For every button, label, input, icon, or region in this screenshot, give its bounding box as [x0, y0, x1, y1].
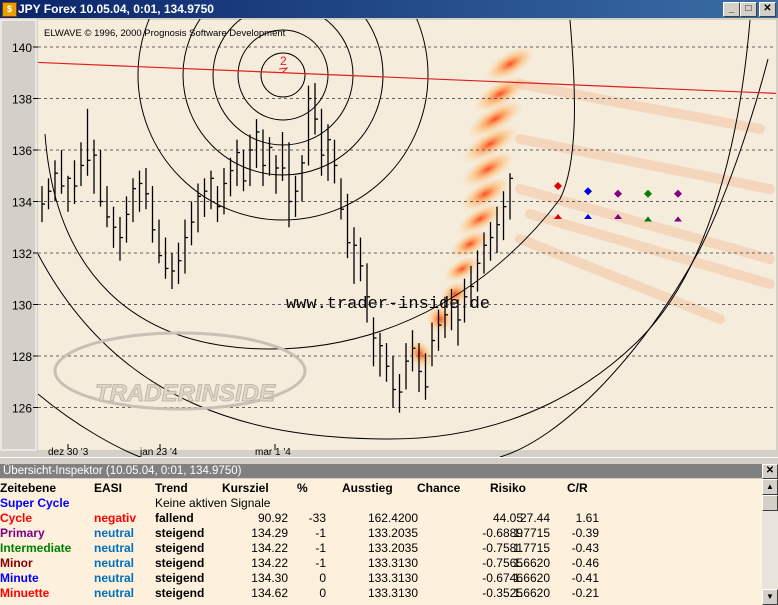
cell-ausstieg: 133.3130 [367, 571, 418, 585]
chart-canvas[interactable]: 126 128 130 132 134 136 138 140 2 ELWAVE © 1996, … [0, 19, 778, 457]
cell-ausstieg: 133.3130 [367, 586, 418, 600]
inspector-scrollbar[interactable]: ▲ ▼ [762, 479, 778, 605]
inspector-title: Übersicht-Inspektor (10.05.04, 0:01, 134… [0, 464, 765, 478]
table-row[interactable]: Intermediate neutral steigend 134.22 -1 133.2… [0, 541, 762, 556]
cell-trend: Keine aktiven Signale [155, 496, 271, 510]
cell-pct: -1 [315, 541, 326, 555]
minimize-button[interactable]: _ [723, 2, 740, 17]
cell-easi: negativ [94, 511, 137, 525]
cell-easi: neutral [94, 556, 135, 570]
table-row[interactable]: Cycle negativ fallend 90.92 -33 162.4200 44.05… [0, 511, 762, 526]
wave-label: 2 [280, 54, 287, 68]
table-row[interactable]: Minuette neutral steigend 134.62 0 133.3130 -0… [0, 586, 762, 601]
cell-trend: steigend [155, 571, 205, 585]
cell-easi: neutral [94, 586, 135, 600]
cell-easi: neutral [94, 526, 135, 540]
title-bar[interactable]: $ JPY Forex 10.05.04, 0:01, 134.9750 _ □… [0, 0, 778, 18]
cell-level: Cycle [0, 511, 33, 525]
cell-kursziel: 134.30 [251, 571, 288, 585]
y-tick-label-138: 138 [12, 93, 32, 107]
cell-trend: steigend [155, 541, 205, 555]
y-tick-label-128: 128 [12, 350, 32, 364]
cell-trend: steigend [155, 586, 205, 600]
cell-pct: -33 [308, 511, 326, 525]
table-row[interactable]: Primary neutral steigend 134.29 -1 133.2035 -0… [0, 526, 762, 541]
cell-cr: -0.21 [571, 586, 599, 600]
cell-pct: 0 [319, 571, 326, 585]
watermark-logo-text: TRADERINSIDE [95, 380, 276, 407]
inspector-panel: Zeitebene EASI Trend Kursziel% Ausstieg Chanc… [0, 479, 762, 605]
cell-level: Minuette [0, 586, 50, 600]
cell-kursziel: 134.22 [251, 541, 288, 555]
y-axis-panel [0, 19, 38, 457]
cell-cr: -0.39 [571, 526, 599, 540]
y-tick-label-130: 130 [12, 299, 32, 313]
x-tick-label-0: dez 30 '3 [48, 447, 89, 457]
cell-kursziel: 134.22 [251, 556, 288, 570]
y-tick-label-132: 132 [12, 247, 32, 261]
cell-pct: -1 [315, 526, 326, 540]
close-button[interactable]: ✕ [759, 2, 776, 17]
cell-risiko: 1.6620 [513, 571, 550, 585]
cell-cr: -0.46 [571, 556, 599, 570]
watermark-url: www.trader-inside.de [286, 295, 490, 314]
cell-level: Minute [0, 571, 39, 585]
chart-app-icon[interactable]: $ [2, 2, 17, 17]
cell-level: Super Cycle [0, 496, 70, 510]
cell-trend: fallend [155, 511, 194, 525]
column-header-1[interactable]: EASI [94, 481, 122, 495]
cell-kursziel: 134.29 [251, 526, 288, 540]
cell-kursziel: 90.92 [257, 511, 288, 525]
table-row[interactable]: Minute neutral steigend 134.30 0 133.3130 -0.6… [0, 571, 762, 586]
cell-ausstieg: 133.2035 [367, 526, 418, 540]
cell-risiko: 1.7715 [513, 541, 550, 555]
y-tick-label-136: 136 [12, 144, 32, 158]
scroll-thumb[interactable] [762, 495, 778, 511]
app-window: $ JPY Forex 10.05.04, 0:01, 134.9750 _ □… [0, 0, 778, 605]
cell-level: Intermediate [0, 541, 72, 555]
cell-easi: neutral [94, 571, 135, 585]
cell-risiko: 1.6620 [513, 556, 550, 570]
cell-risiko: 27.44 [519, 511, 550, 525]
table-row[interactable]: Minor neutral steigend 134.22 -1 133.3130 -0.7… [0, 556, 762, 571]
cell-cr: 1.61 [575, 511, 599, 525]
cell-ausstieg: 133.3130 [367, 556, 418, 570]
cell-ausstieg: 162.4200 [367, 511, 418, 525]
column-header-5[interactable]: Ausstieg [342, 481, 393, 495]
column-header-3[interactable]: Kursziel [222, 481, 269, 495]
cell-pct: -1 [315, 556, 326, 570]
maximize-button[interactable]: □ [740, 2, 757, 17]
column-header-6[interactable]: Chance [417, 481, 460, 495]
cell-risiko: 1.6620 [513, 586, 550, 600]
cell-risiko: 1.7715 [513, 526, 550, 540]
cell-easi: neutral [94, 541, 135, 555]
cell-trend: steigend [155, 556, 205, 570]
window-title: JPY Forex 10.05.04, 0:01, 134.9750 [18, 2, 214, 16]
table-row[interactable]: Super Cycle Keine aktiven Signale [0, 496, 762, 511]
y-tick-label-140: 140 [12, 41, 32, 55]
copyright-text: ELWAVE © 1996, 2000 Prognosis Software D… [44, 28, 286, 39]
cell-trend: steigend [155, 526, 205, 540]
x-tick-label-1: jan 23 '4 [139, 447, 178, 457]
cell-ausstieg: 133.2035 [367, 541, 418, 555]
cell-kursziel: 134.62 [251, 586, 288, 600]
cell-cr: -0.41 [571, 571, 599, 585]
y-tick-label-126: 126 [12, 402, 32, 416]
column-header-2[interactable]: Trend [155, 481, 188, 495]
column-header-0[interactable]: Zeitebene [0, 481, 56, 495]
scroll-up-arrow-icon[interactable]: ▲ [762, 479, 778, 495]
cell-level: Primary [0, 526, 45, 540]
column-header-8[interactable]: C/R [567, 481, 588, 495]
cell-level: Minor [0, 556, 33, 570]
y-tick-label-134: 134 [12, 196, 32, 210]
inspector-close-button[interactable]: ✕ [762, 464, 778, 479]
cell-cr: -0.43 [571, 541, 599, 555]
x-tick-label-2: mar 1 '4 [255, 447, 291, 457]
column-header-4[interactable]: % [297, 481, 308, 495]
cell-pct: 0 [319, 586, 326, 600]
column-header-7[interactable]: Risiko [490, 481, 526, 495]
scroll-down-arrow-icon[interactable]: ▼ [762, 589, 778, 605]
price-chart[interactable]: 126 128 130 132 134 136 138 140 2 ELWAVE © 1996, … [0, 19, 778, 457]
